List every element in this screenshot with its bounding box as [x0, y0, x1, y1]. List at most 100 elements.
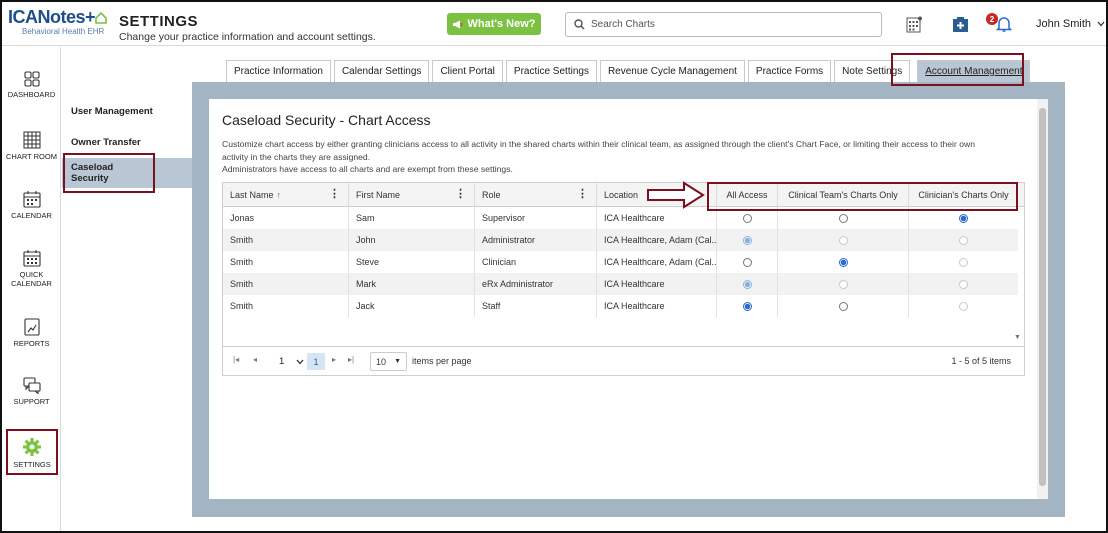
page-select[interactable]: 1	[279, 353, 304, 370]
left-nav: DASHBOARD CHART ROOM CALENDAR QUICK CALE…	[2, 47, 61, 531]
clinician-only-radio[interactable]	[959, 301, 968, 311]
nav-calendar[interactable]: CALENDAR	[2, 190, 61, 220]
page-size-select[interactable]: 10 ▼	[370, 352, 407, 371]
desc-line: Customize chart access by either grantin…	[222, 139, 975, 149]
cell-first: Sam	[349, 207, 475, 229]
tab-client-portal[interactable]: Client Portal	[432, 60, 503, 82]
all-access-radio[interactable]	[742, 213, 752, 223]
support-icon	[22, 377, 41, 394]
tab-practice-information[interactable]: Practice Information	[226, 60, 331, 82]
callout-arrow-icon	[647, 181, 705, 209]
logo-text: ICANotes+	[8, 7, 108, 27]
panel-scroll-thumb[interactable]	[1039, 108, 1046, 486]
clinician-only-radio	[959, 279, 968, 289]
nav-quick-calendar[interactable]: QUICK CALENDAR	[2, 249, 61, 288]
top-header: ICANotes+ Behavioral Health EHR SETTINGS…	[2, 2, 1106, 46]
radio-cell	[717, 295, 778, 317]
first-page-icon[interactable]: |◂	[233, 355, 239, 364]
radio-cell	[778, 229, 909, 251]
grid-scroll-down-icon[interactable]: ▼	[1014, 334, 1021, 341]
all-access-radio[interactable]	[742, 301, 752, 311]
user-name: John Smith	[1036, 18, 1092, 30]
clinical-team-radio	[838, 279, 848, 289]
search-charts-input[interactable]: Search Charts	[565, 12, 882, 37]
subnav-caseload-security[interactable]: Caseload Security	[63, 153, 155, 193]
tab-practice-settings[interactable]: Practice Settings	[505, 60, 597, 82]
clinical-team-radio[interactable]	[838, 301, 848, 311]
tab-practice-forms[interactable]: Practice Forms	[747, 60, 832, 82]
last-page-icon[interactable]: ▸|	[348, 355, 354, 364]
nav-reports[interactable]: REPORTS	[2, 318, 61, 348]
reports-icon	[23, 318, 40, 336]
cell-first: John	[349, 229, 475, 251]
radio-cell	[717, 229, 778, 251]
radio-cell	[909, 273, 1018, 295]
all-access-radio[interactable]	[742, 257, 752, 267]
desc-line: Administrators have access to all charts…	[222, 164, 513, 174]
page-number-button[interactable]: 1	[307, 353, 325, 370]
cell-last: Smith	[223, 229, 349, 251]
table-row: Smith John Administrator ICA Healthcare, Ad…	[223, 229, 1018, 251]
radio-cell	[778, 251, 909, 273]
col-header-label: Last Name	[230, 190, 274, 200]
app-logo[interactable]: ICANotes+ Behavioral Health EHR	[8, 7, 108, 41]
nav-label: CALENDAR	[11, 211, 52, 220]
search-placeholder: Search Charts	[591, 19, 655, 30]
col-header-last-name[interactable]: Last Name ↑ ⋮	[223, 183, 349, 207]
logo-subtitle: Behavioral Health EHR	[22, 27, 105, 36]
user-menu[interactable]: John Smith	[1036, 18, 1105, 30]
cell-first: Steve	[349, 251, 475, 273]
tab-revenue-cycle-management[interactable]: Revenue Cycle Management	[599, 60, 745, 82]
cell-first: Mark	[349, 273, 475, 295]
nav-chart-room[interactable]: CHART ROOM	[2, 131, 61, 161]
cell-location: ICA Healthcare, Adam (Cal...	[597, 251, 717, 273]
column-menu-icon[interactable]: ⋮	[455, 189, 466, 200]
column-menu-icon[interactable]: ⋮	[577, 189, 588, 200]
nav-label: DASHBOARD	[7, 90, 56, 99]
radio-cell	[909, 295, 1018, 317]
subnav-user-management[interactable]: User Management	[71, 106, 153, 117]
page-subtitle: Change your practice information and acc…	[119, 31, 376, 43]
cell-location: ICA Healthcare	[597, 207, 717, 229]
col-header-label: First Name	[356, 190, 401, 200]
add-chart-icon[interactable]	[950, 14, 970, 34]
tab-highlight-box	[891, 53, 1024, 86]
search-icon	[574, 19, 585, 30]
tab-calendar-settings[interactable]: Calendar Settings	[333, 60, 430, 82]
clinician-only-radio[interactable]	[959, 257, 968, 267]
chevron-down-icon	[296, 359, 304, 364]
calculator-grid-icon[interactable]	[904, 14, 924, 34]
nav-label: QUICK CALENDAR	[11, 270, 52, 288]
cell-role: Administrator	[475, 229, 597, 251]
clinical-team-radio[interactable]	[838, 257, 848, 267]
nav-dashboard[interactable]: DASHBOARD	[2, 71, 61, 99]
notification-badge: 2	[986, 13, 998, 25]
nav-label: SETTINGS	[13, 460, 51, 469]
megaphone-icon	[453, 20, 463, 28]
whats-new-button[interactable]: What's New?	[447, 13, 541, 35]
nav-settings[interactable]: SETTINGS	[6, 429, 58, 475]
next-page-icon[interactable]: ▸	[332, 355, 336, 364]
subnav-owner-transfer[interactable]: Owner Transfer	[71, 137, 141, 148]
cell-first: Jack	[349, 295, 475, 317]
col-header-role[interactable]: Role ⋮	[475, 183, 597, 207]
table-row: Smith Steve Clinician ICA Healthcare, Adam …	[223, 251, 1018, 273]
cell-role: Supervisor	[475, 207, 597, 229]
radio-cell	[778, 295, 909, 317]
cell-last: Smith	[223, 251, 349, 273]
cell-role: eRx Administrator	[475, 273, 597, 295]
clinical-team-radio[interactable]	[838, 213, 848, 223]
col-header-label: Location	[604, 190, 639, 200]
nav-support[interactable]: SUPPORT	[2, 377, 61, 406]
page-title: SETTINGS	[119, 13, 199, 30]
col-header-first-name[interactable]: First Name ⋮	[349, 183, 475, 207]
page-select-value: 1	[279, 356, 285, 367]
prev-page-icon[interactable]: ◂	[253, 355, 257, 364]
col-header-label: Role	[482, 190, 501, 200]
table-row: Smith Mark eRx Administrator ICA Healthcare	[223, 273, 1018, 295]
column-menu-icon[interactable]: ⋮	[329, 189, 340, 200]
caret-down-icon: ▼	[394, 358, 401, 365]
grid-pager: |◂ ◂ 1 1 ▸ ▸| 10 ▼ items per page 1 - 5 …	[222, 346, 1025, 376]
cell-last: Jonas	[223, 207, 349, 229]
clinician-only-radio[interactable]	[959, 213, 968, 223]
